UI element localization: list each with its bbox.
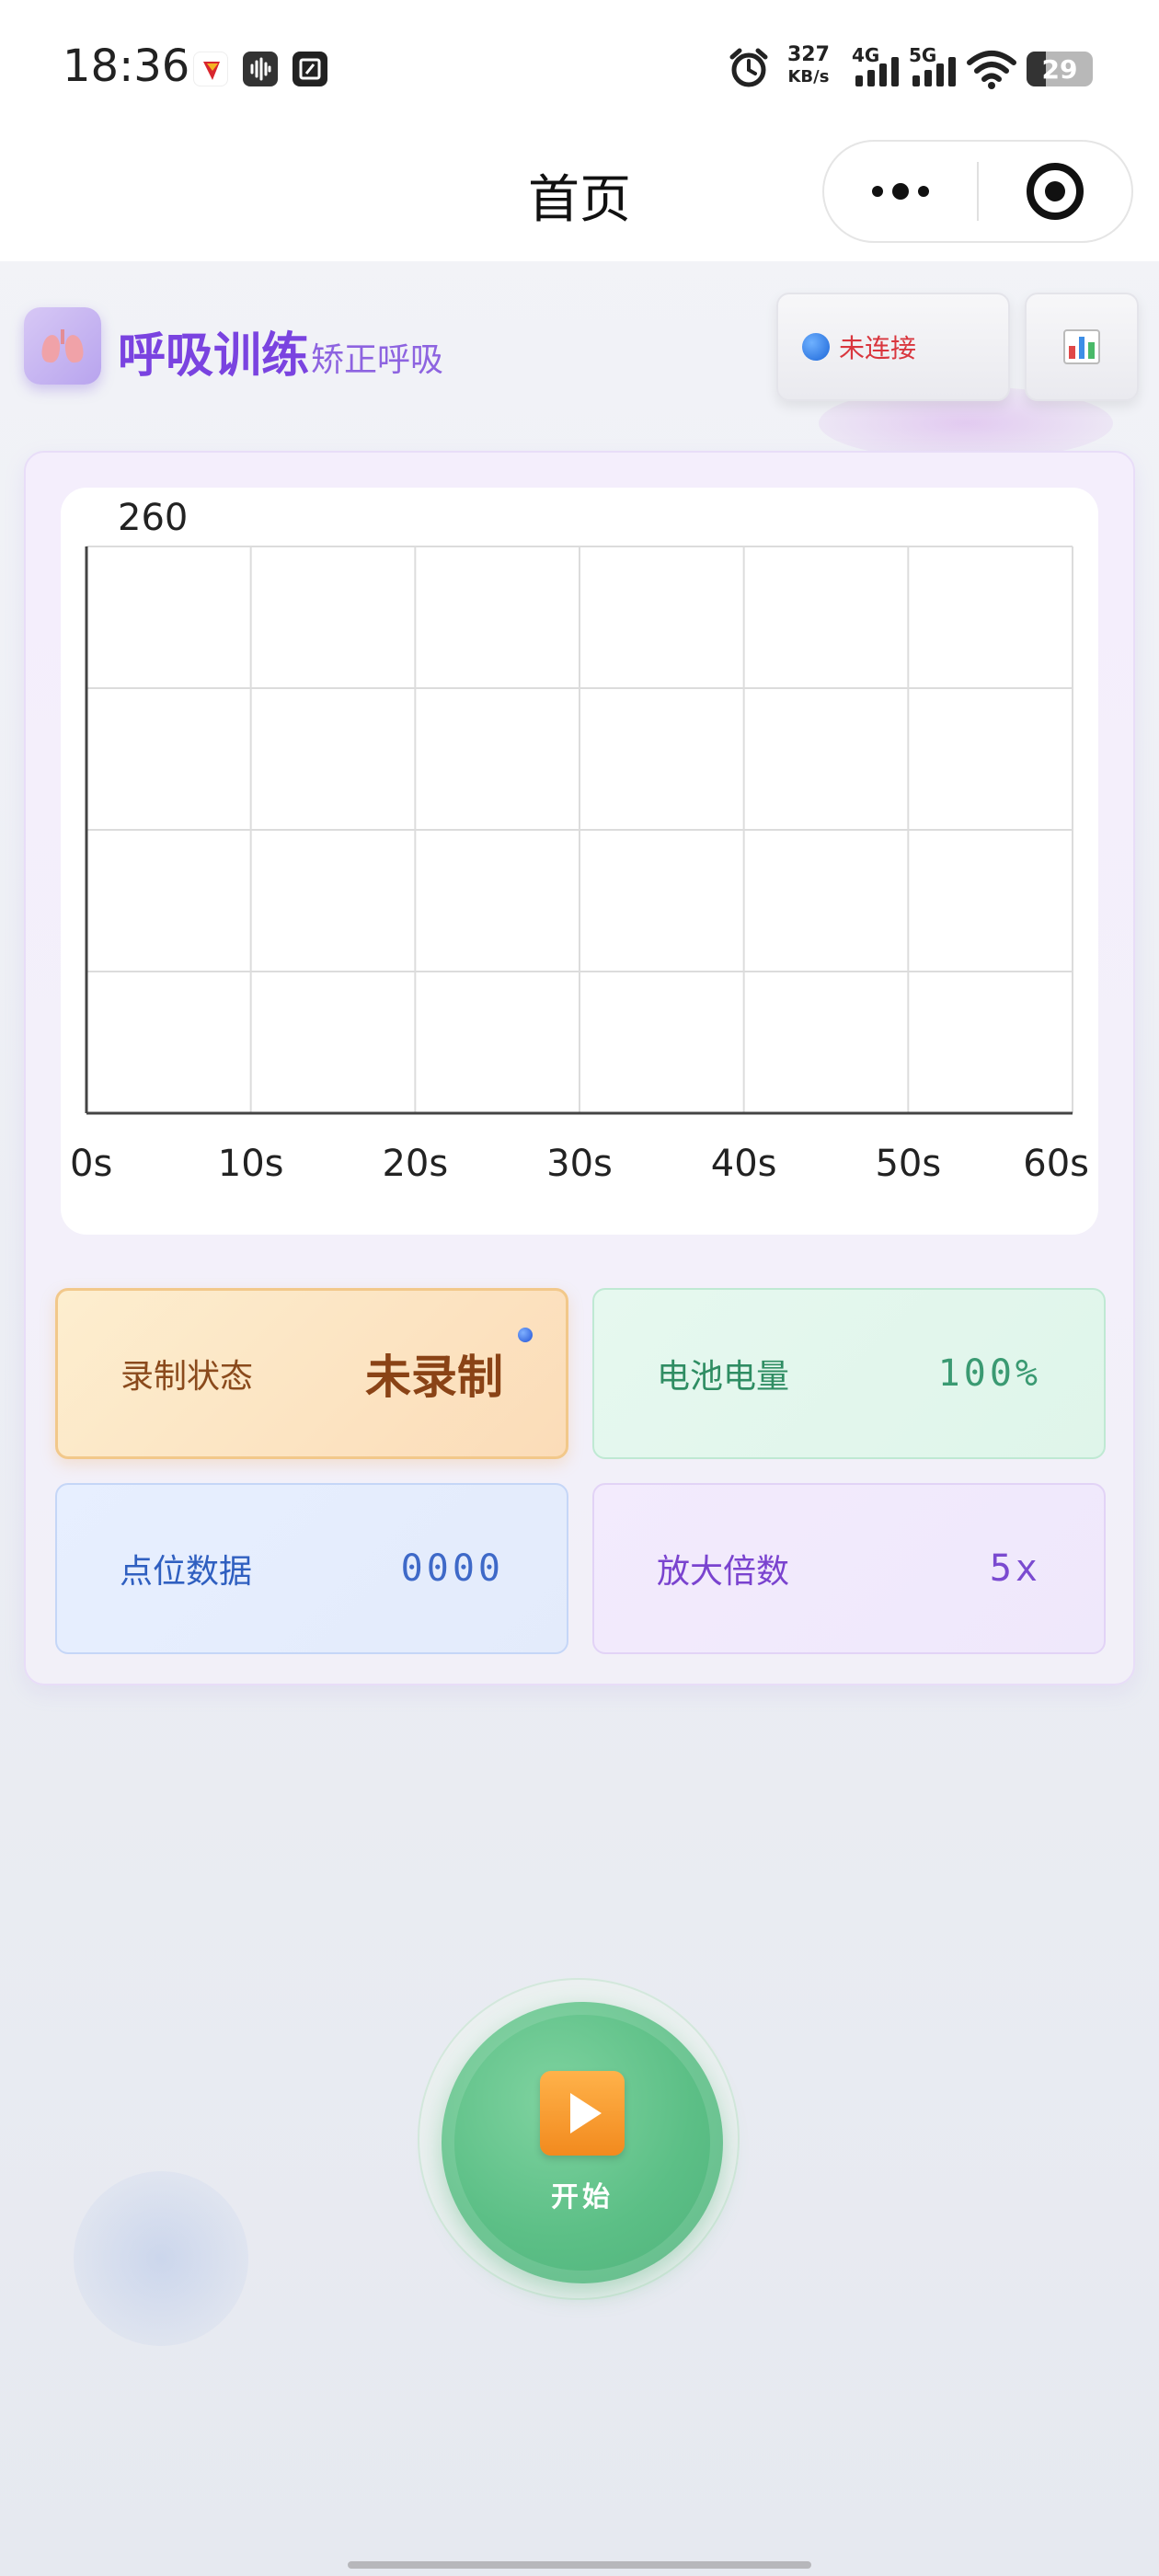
blob-decoration	[74, 2171, 248, 2346]
more-dots-icon	[892, 183, 909, 200]
signal-icon	[855, 55, 899, 86]
chart-button[interactable]	[1025, 293, 1139, 401]
chart-panel: 260 0s 10s 20s 30s 40s 50s 60s	[61, 488, 1098, 1235]
x-tick-label: 20s	[382, 1143, 448, 1185]
point-data-card: 点位数据 0000	[55, 1483, 568, 1654]
close-button[interactable]	[979, 142, 1131, 241]
x-tick-label: 40s	[711, 1143, 777, 1185]
x-tick-label: 30s	[546, 1143, 613, 1185]
recording-status-label: 录制状态	[120, 1358, 254, 1396]
battery-level: 29	[1041, 53, 1078, 85]
app-subtitle: 矫正呼吸	[311, 341, 444, 379]
x-tick-label: 0s	[70, 1143, 112, 1185]
alarm-icon	[727, 46, 771, 94]
more-button[interactable]	[824, 142, 977, 241]
status-time: 18:36	[63, 40, 190, 92]
recording-status-value: 未录制	[365, 1351, 503, 1404]
x-tick-label: 60s	[1023, 1143, 1089, 1185]
start-button[interactable]: 开始	[442, 2002, 723, 2283]
start-label: 开始	[551, 2181, 614, 2214]
more-dots-icon	[918, 186, 929, 197]
mini-program-capsule	[822, 140, 1133, 243]
zoom-label: 放大倍数	[657, 1553, 790, 1591]
x-tick-label: 50s	[875, 1143, 941, 1185]
note-app-icon	[293, 52, 327, 86]
net-speed-value: 327	[787, 43, 830, 66]
zoom-value: 5x	[989, 1547, 1041, 1590]
x-tick-label: 10s	[218, 1143, 284, 1185]
shield-app-icon	[193, 52, 228, 86]
recording-status-card: 录制状态 未录制	[55, 1288, 568, 1459]
net-speed-unit: KB/s	[787, 67, 830, 86]
connection-status: 未连接	[839, 333, 917, 363]
battery-label: 电池电量	[657, 1358, 790, 1396]
point-data-value: 0000	[400, 1547, 504, 1590]
connection-button[interactable]: 未连接	[776, 293, 1010, 401]
wifi-icon	[966, 48, 1017, 94]
nav-bar: 首页	[0, 138, 1159, 261]
breath-chart: 260 0s 10s 20s 30s 40s 50s 60s	[70, 497, 1089, 1185]
home-indicator[interactable]	[348, 2561, 811, 2569]
battery-icon: 29	[1027, 52, 1093, 86]
point-data-label: 点位数据	[120, 1553, 253, 1591]
y-max-label: 260	[118, 497, 188, 539]
blue-dot-icon	[802, 333, 830, 361]
zoom-card: 放大倍数 5x	[592, 1483, 1106, 1654]
battery-value: 100%	[937, 1352, 1041, 1395]
bar-chart-icon	[1063, 329, 1100, 364]
target-close-icon	[1026, 163, 1084, 220]
net-speed: 327 KB/s	[787, 44, 830, 88]
status-bar: 18:36 327 KB/s 4G 5G 29	[0, 0, 1159, 138]
more-dots-icon	[872, 186, 883, 197]
battery-card: 电池电量 100%	[592, 1288, 1106, 1459]
lungs-icon	[40, 329, 85, 364]
app-title: 呼吸训练	[118, 328, 310, 384]
indicator-dot-icon	[518, 1328, 533, 1342]
signal-icon	[912, 55, 956, 86]
app-logo	[24, 307, 101, 385]
voice-app-icon	[243, 52, 278, 86]
play-icon	[540, 2071, 625, 2156]
